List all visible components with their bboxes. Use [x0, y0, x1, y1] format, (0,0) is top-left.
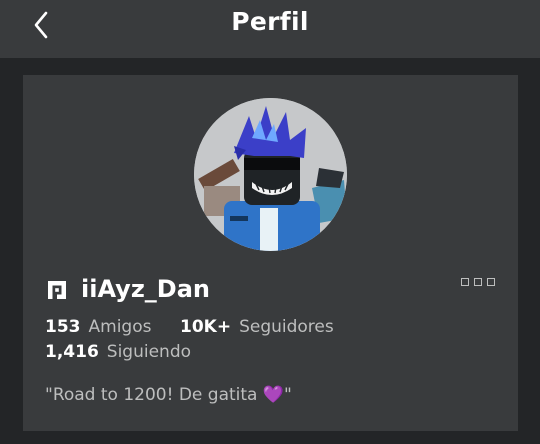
following-label: Siguiendo: [106, 342, 192, 362]
following-stat[interactable]: 1,416 Siguiendo: [45, 342, 191, 362]
bio-end: ": [284, 385, 292, 405]
more-options-button[interactable]: [459, 277, 499, 289]
username: iiAyz_Dan: [81, 275, 210, 303]
more-options-icon: [461, 278, 469, 286]
top-bar: Perfil: [0, 0, 540, 58]
followers-label: Seguidores: [239, 317, 334, 337]
followers-count: 10K+: [180, 317, 232, 337]
friends-stat[interactable]: 153 Amigos: [45, 317, 151, 337]
profile-bio: "Road to 1200! De gatita 💜": [45, 385, 292, 405]
purple-heart-emoji: 💜: [262, 385, 285, 405]
page-title: Perfil: [231, 7, 309, 36]
followers-stat[interactable]: 10K+ Seguidores: [180, 317, 334, 337]
bio-text: "Road to 1200! De gatita: [45, 385, 263, 405]
premium-icon: [48, 281, 66, 299]
following-count: 1,416: [45, 342, 99, 362]
friends-label: Amigos: [88, 317, 152, 337]
friends-count: 153: [45, 317, 81, 337]
avatar[interactable]: [194, 98, 347, 251]
